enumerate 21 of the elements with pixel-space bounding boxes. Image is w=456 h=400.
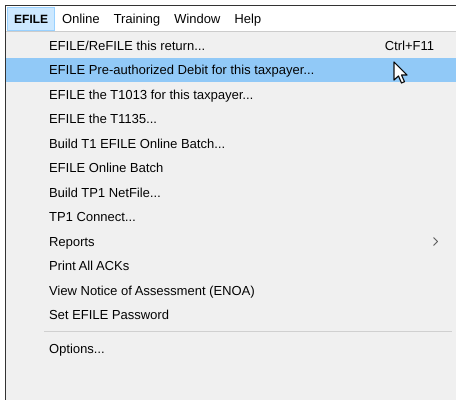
menu-bar-item[interactable]: Help: [227, 7, 268, 31]
menu-bar-item[interactable]: Training: [106, 7, 168, 31]
menu-item[interactable]: Print All ACKs: [6, 254, 456, 278]
menu-item[interactable]: Options...: [6, 336, 456, 360]
menu-bar-item[interactable]: Window: [167, 7, 228, 31]
shortcut-label: Ctrl+F11: [384, 36, 435, 54]
menu-item[interactable]: EFILE Online Batch: [6, 156, 456, 180]
menu-item[interactable]: EFILE/ReFILE this return... Ctrl+F11: [6, 33, 456, 58]
menu-item[interactable]: EFILE Pre-authorized Debit for this taxpayer...: [6, 58, 456, 82]
menu-item[interactable]: Reports: [6, 229, 456, 254]
menu-item[interactable]: Build TP1 NetFile...: [6, 180, 456, 204]
chevron-right-icon: [433, 236, 438, 246]
menu-item[interactable]: EFILE the T1135...: [6, 106, 456, 131]
menu-item[interactable]: Build T1 EFILE Online Batch...: [6, 131, 456, 156]
menu-bar-item[interactable]: EFILE: [7, 7, 56, 31]
menu-item[interactable]: View Notice of Assessment (ENOA): [6, 278, 456, 302]
menu-item[interactable]: EFILE the T1013 for this taxpayer...: [6, 82, 456, 106]
mouse-pointer-icon: [393, 60, 409, 84]
menu-item[interactable]: TP1 Connect...: [6, 204, 456, 229]
menu-bar-item[interactable]: Online: [55, 7, 107, 31]
menu-item[interactable]: Set EFILE Password: [6, 302, 456, 327]
